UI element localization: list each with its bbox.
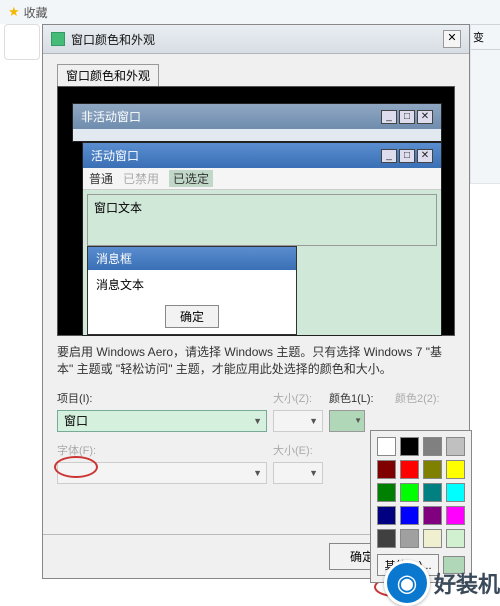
color-swatch[interactable] — [446, 437, 465, 456]
right-sidebar: 变 — [470, 24, 500, 184]
color-swatch[interactable] — [446, 506, 465, 525]
close-icon: ✕ — [417, 110, 433, 124]
color-swatch[interactable] — [400, 506, 419, 525]
dropdown-arrow-icon: ▼ — [354, 416, 362, 425]
dialog-close-button[interactable]: ✕ — [443, 30, 461, 48]
color-swatch[interactable] — [446, 529, 465, 548]
dropdown-arrow-icon: ▼ — [309, 416, 318, 426]
item-dropdown[interactable]: 窗口 ▼ — [57, 410, 267, 432]
active-window-preview: 活动窗口 _ □ ✕ 普通 已禁用 已选定 窗口文本 — [82, 142, 442, 336]
color-swatch[interactable] — [423, 437, 442, 456]
window-text-label: 窗口文本 — [88, 195, 436, 220]
color-swatch[interactable] — [423, 506, 442, 525]
msgbox-title: 消息框 — [88, 247, 296, 270]
item-value: 窗口 — [64, 412, 88, 429]
dialog-titlebar: 窗口颜色和外观 ✕ — [43, 25, 469, 54]
dropdown-arrow-icon: ▼ — [309, 468, 318, 478]
color-swatch[interactable] — [400, 460, 419, 479]
color-swatch[interactable] — [423, 483, 442, 502]
fav-label: 收藏 — [24, 4, 48, 21]
menu-normal: 普通 — [89, 170, 113, 187]
color-swatch[interactable] — [400, 437, 419, 456]
inactive-window-preview: 非活动窗口 _ □ ✕ — [72, 103, 442, 142]
color1-button[interactable]: ▼ — [329, 410, 365, 432]
watermark-text: 好装机 — [434, 567, 500, 599]
color-swatch[interactable] — [400, 483, 419, 502]
dropdown-arrow-icon: ▼ — [253, 416, 262, 426]
color1-label: 颜色1(L): — [329, 390, 389, 406]
menu-disabled: 已禁用 — [123, 170, 159, 187]
item-label: 项目(I): — [57, 390, 267, 406]
minimize-icon: _ — [381, 149, 397, 163]
color-swatch[interactable] — [377, 506, 396, 525]
color-swatch[interactable] — [423, 529, 442, 548]
color-swatch[interactable] — [377, 437, 396, 456]
msgbox-ok-button: 确定 — [165, 305, 219, 328]
maximize-icon: □ — [399, 110, 415, 124]
side-tab-label[interactable]: 变 — [471, 24, 500, 50]
swatch-grid — [377, 437, 465, 548]
msgbox-preview: 消息框 消息文本 确定 — [87, 246, 297, 335]
inactive-window-title: 非活动窗口 — [81, 108, 141, 125]
dropdown-arrow-icon: ▼ — [253, 468, 262, 478]
fontsize-label: 大小(E): — [273, 442, 323, 458]
color-swatch[interactable] — [377, 483, 396, 502]
font-dropdown: ▼ — [57, 462, 267, 484]
left-sidebar — [4, 24, 40, 60]
color-swatch[interactable] — [400, 529, 419, 548]
color-swatch[interactable] — [446, 460, 465, 479]
description-text: 要启用 Windows Aero，请选择 Windows 主题。只有选择 Win… — [57, 344, 455, 378]
font-label: 字体(F): — [57, 442, 267, 458]
dialog-icon — [51, 32, 65, 46]
star-icon: ★ — [8, 4, 20, 20]
dialog-title: 窗口颜色和外观 — [71, 31, 443, 48]
watermark-logo-icon: ◉ — [384, 560, 430, 606]
maximize-icon: □ — [399, 149, 415, 163]
subtab-appearance[interactable]: 窗口颜色和外观 — [57, 64, 159, 86]
color-swatch[interactable] — [377, 460, 396, 479]
menu-selected: 已选定 — [169, 170, 213, 187]
page-tab-icon[interactable] — [4, 24, 40, 60]
color-swatch[interactable] — [423, 460, 442, 479]
minimize-icon: _ — [381, 110, 397, 124]
watermark: ◉ 好装机 — [384, 560, 500, 606]
color2-label: 颜色2(2): — [395, 390, 450, 406]
msgbox-text: 消息文本 — [88, 270, 296, 299]
close-icon: ✕ — [417, 149, 433, 163]
color-swatch[interactable] — [446, 483, 465, 502]
fontsize-dropdown: ▼ — [273, 462, 323, 484]
size-dropdown: ▼ — [273, 410, 323, 432]
color-swatch[interactable] — [377, 529, 396, 548]
active-window-title: 活动窗口 — [91, 147, 139, 164]
browser-fav-bar: ★ 收藏 — [0, 0, 500, 24]
size-label: 大小(Z): — [273, 390, 323, 406]
preview-area: 非活动窗口 _ □ ✕ 活动窗口 _ □ — [57, 86, 455, 336]
